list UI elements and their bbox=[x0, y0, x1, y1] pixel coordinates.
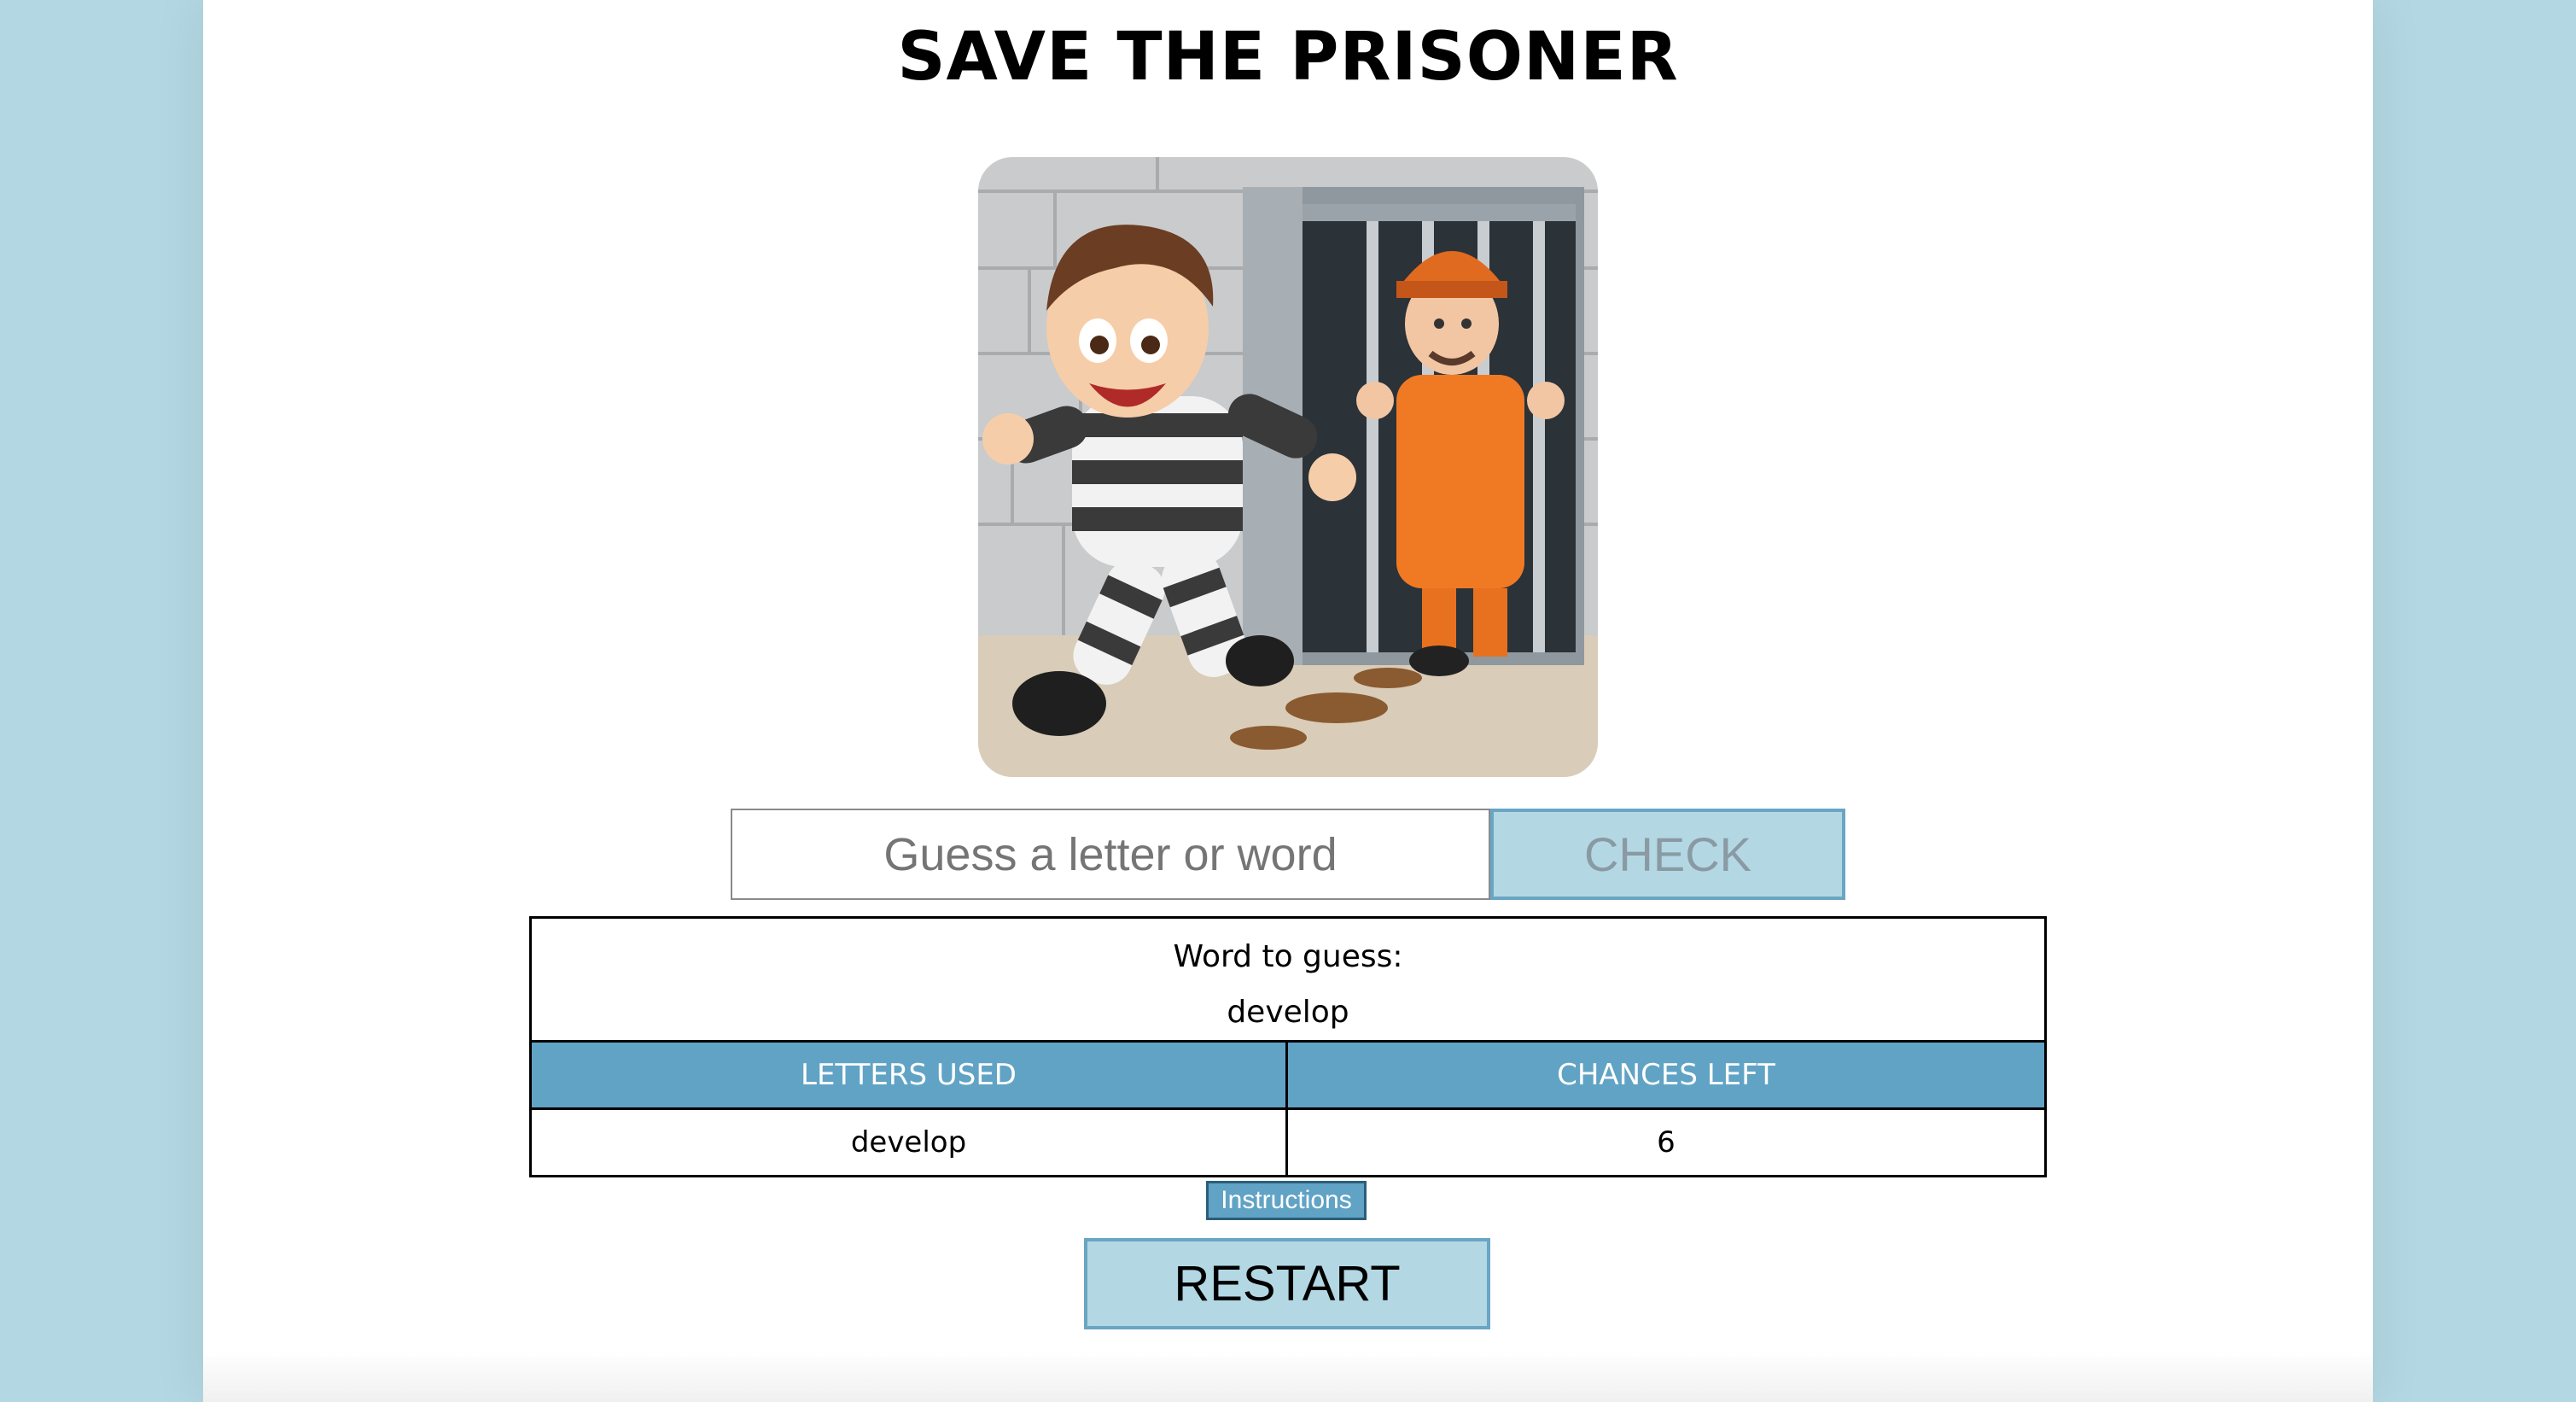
prisoner-escape-illustration bbox=[978, 157, 1598, 777]
word-to-guess-label: Word to guess: bbox=[1173, 939, 1403, 974]
check-button[interactable]: CHECK bbox=[1490, 809, 1845, 900]
restart-button[interactable]: RESTART bbox=[1084, 1238, 1490, 1329]
letters-used-value: develop bbox=[532, 1110, 1288, 1175]
stats-table: LETTERS USED CHANCES LEFT develop 6 bbox=[532, 1043, 2044, 1175]
guess-form: CHECK bbox=[731, 809, 1845, 900]
chances-left-value: 6 bbox=[1288, 1110, 2044, 1175]
page-title: SAVE THE PRISONER bbox=[897, 19, 1679, 96]
game-board: Word to guess: develop LETTERS USED CHAN… bbox=[529, 916, 2047, 1177]
guess-input[interactable] bbox=[731, 809, 1490, 900]
word-panel: Word to guess: develop bbox=[532, 919, 2044, 1043]
word-to-guess-value: develop bbox=[1227, 995, 1349, 1030]
game-page: SAVE THE PRISONER Guess a letter or word… bbox=[203, 0, 2373, 1402]
letters-used-header: LETTERS USED bbox=[532, 1043, 1288, 1110]
instructions-button[interactable]: Instructions bbox=[1206, 1181, 1367, 1220]
chances-left-header: CHANCES LEFT bbox=[1288, 1043, 2044, 1110]
